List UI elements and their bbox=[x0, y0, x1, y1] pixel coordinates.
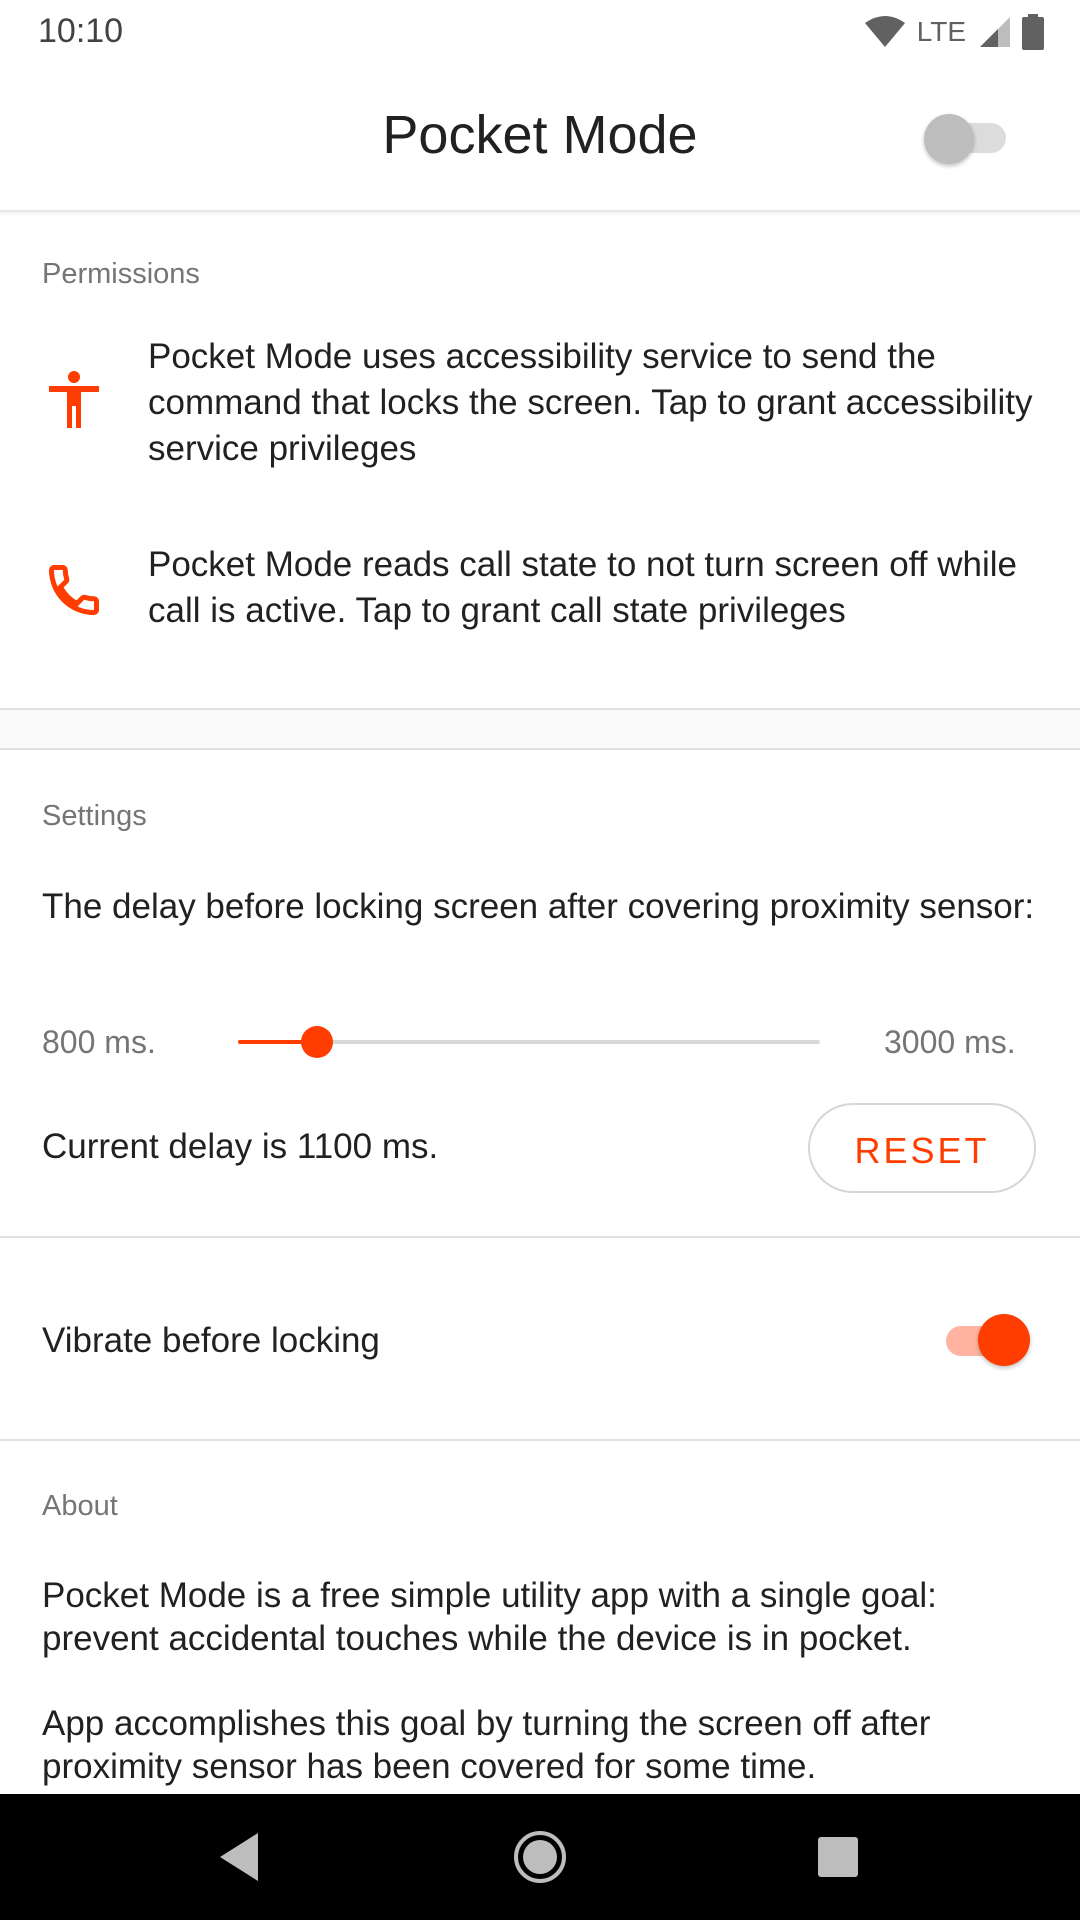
status-time: 10:10 bbox=[38, 12, 124, 50]
about-section-label: About bbox=[42, 1490, 118, 1522]
wifi-icon bbox=[864, 16, 905, 47]
permission-accessibility-row[interactable]: Pocket Mode uses accessibility service t… bbox=[0, 334, 1080, 474]
accessibility-icon bbox=[49, 371, 99, 428]
app-bar: Pocket Mode bbox=[0, 64, 1080, 212]
service-toggle-thumb bbox=[924, 114, 974, 164]
slider-min-label: 800 ms. bbox=[42, 1024, 156, 1060]
delay-description: The delay before locking screen after co… bbox=[42, 887, 1035, 926]
settings-top-divider bbox=[0, 748, 1080, 750]
reset-button[interactable]: RESET bbox=[808, 1103, 1036, 1193]
delay-slider-thumb[interactable] bbox=[301, 1026, 334, 1058]
signal-icon bbox=[980, 17, 1010, 47]
permission-accessibility-text: Pocket Mode uses accessibility service t… bbox=[148, 337, 1033, 468]
current-delay-text: Current delay is 1100 ms. bbox=[42, 1127, 439, 1166]
navigation-bar bbox=[0, 1794, 1080, 1920]
network-label: LTE bbox=[916, 16, 966, 47]
battery-icon bbox=[1022, 14, 1044, 50]
delay-slider[interactable] bbox=[238, 1026, 820, 1058]
vibrate-switch[interactable] bbox=[944, 1310, 1030, 1370]
recents-icon[interactable] bbox=[808, 1827, 868, 1887]
vibrate-switch-thumb bbox=[978, 1314, 1030, 1366]
vibrate-divider bbox=[0, 1439, 1080, 1441]
permission-call-state-text: Pocket Mode reads call state to not turn… bbox=[148, 545, 1017, 630]
settings-section-label: Settings bbox=[42, 800, 147, 832]
service-toggle-switch[interactable] bbox=[924, 108, 1008, 164]
section-gap bbox=[0, 710, 1080, 748]
status-icons: LTE bbox=[863, 12, 1044, 52]
about-paragraph-2: App accomplishes this goal by turning th… bbox=[42, 1704, 931, 1786]
permission-call-state-row[interactable]: Pocket Mode reads call state to not turn… bbox=[0, 542, 1080, 642]
about-paragraph-1: Pocket Mode is a free simple utility app… bbox=[42, 1576, 937, 1658]
home-icon[interactable] bbox=[510, 1827, 570, 1887]
page-title: Pocket Mode bbox=[382, 105, 698, 165]
back-icon[interactable] bbox=[210, 1827, 270, 1887]
permissions-section-label: Permissions bbox=[42, 258, 200, 290]
vibrate-label: Vibrate before locking bbox=[42, 1321, 380, 1360]
slider-max-label: 3000 ms. bbox=[884, 1024, 1016, 1060]
status-bar: 10:10 LTE bbox=[0, 0, 1080, 64]
vibrate-row[interactable]: Vibrate before locking bbox=[0, 1238, 1080, 1438]
phone-icon bbox=[48, 565, 99, 616]
